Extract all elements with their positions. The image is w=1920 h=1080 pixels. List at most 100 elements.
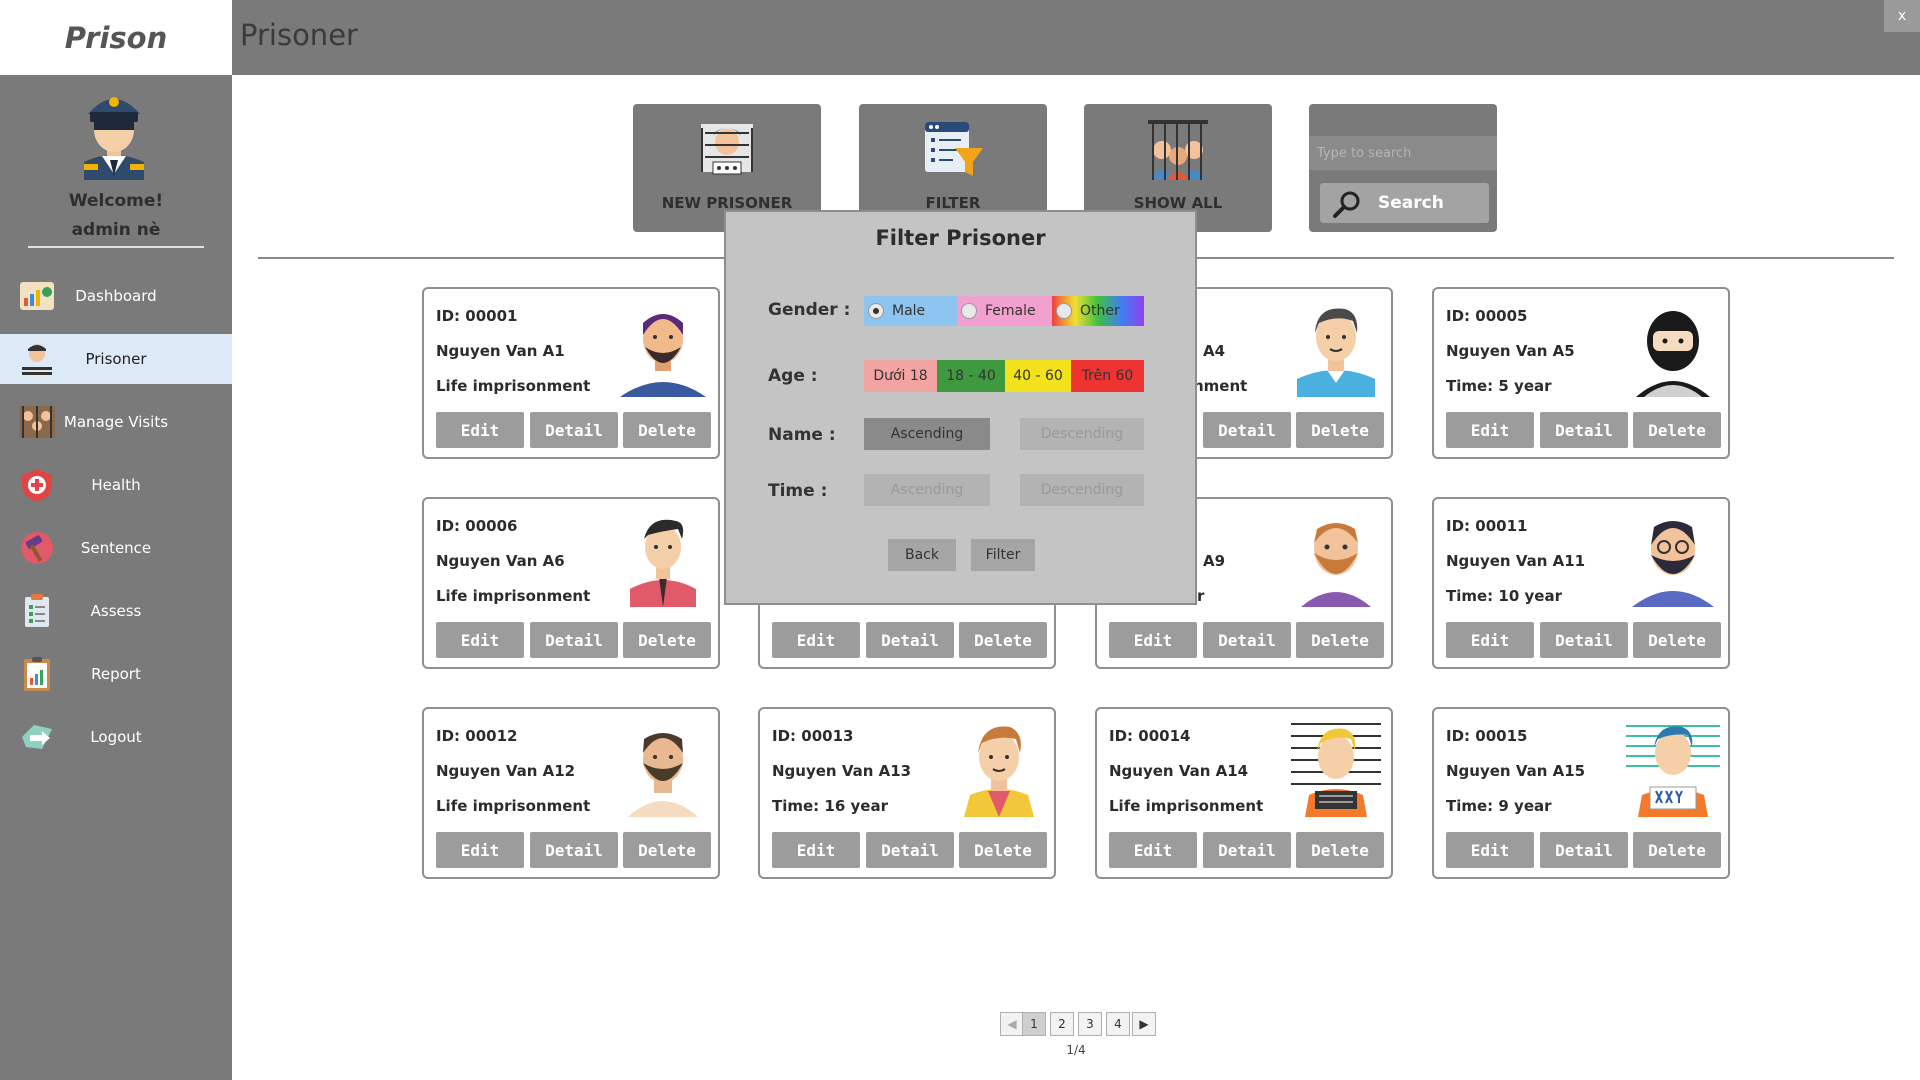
name-ascending-button[interactable]: Ascending <box>864 418 990 450</box>
delete-button[interactable]: Delete <box>1296 622 1384 658</box>
prisoner-id: ID: 00012 <box>436 727 518 745</box>
detail-button[interactable]: Detail <box>530 622 618 658</box>
prisoner-photo <box>1291 723 1381 817</box>
delete-button[interactable]: Delete <box>1633 622 1721 658</box>
radio-selected-icon <box>868 303 884 319</box>
prisoner-sentence: Life imprisonment <box>436 587 591 605</box>
sidebar-item-label: Dashboard <box>75 287 157 305</box>
delete-button[interactable]: Delete <box>623 622 711 658</box>
delete-button[interactable]: Delete <box>623 832 711 868</box>
sidebar-item-label: Manage Visits <box>63 413 169 431</box>
sidebar-item-label: Health <box>91 476 141 494</box>
prisoner-id: ID: 00005 <box>1446 307 1528 325</box>
detail-button[interactable]: Detail <box>1203 622 1291 658</box>
edit-button[interactable]: Edit <box>1109 832 1197 868</box>
prisoner-photo <box>1301 523 1371 607</box>
sidebar: Prison Welcome! admin nè Dashboard Priso… <box>0 0 232 1080</box>
delete-button[interactable]: Delete <box>1633 412 1721 448</box>
sidebar-item-label: Assess <box>90 602 142 620</box>
prisoner-photo <box>1632 521 1714 607</box>
gender-label: Gender : <box>768 300 851 320</box>
edit-button[interactable]: Edit <box>772 622 860 658</box>
detail-button[interactable]: Detail <box>1540 622 1628 658</box>
edit-button[interactable]: Edit <box>1446 622 1534 658</box>
page-4-button[interactable]: 4 <box>1106 1012 1130 1036</box>
assess-icon <box>25 594 49 627</box>
sidebar-item-label: Report <box>91 665 141 683</box>
sidebar-item-prisoner[interactable]: Prisoner <box>0 334 232 384</box>
age-option-under-18[interactable]: Dưới 18 <box>864 360 937 392</box>
gender-option-other[interactable]: Other <box>1052 296 1144 326</box>
delete-button[interactable]: Delete <box>1296 412 1384 448</box>
prisoner-sentence: Time: 9 year <box>1446 797 1552 815</box>
age-option-18-40[interactable]: 18 - 40 <box>937 360 1005 392</box>
page-status: 1/4 <box>1066 1043 1086 1057</box>
filter-dialog: Filter Prisoner Gender : Male Female Oth… <box>724 210 1197 605</box>
page-1-button[interactable]: 1 <box>1022 1012 1046 1036</box>
prisoner-sentence: Time: 10 year <box>1446 587 1562 605</box>
close-button[interactable]: x <box>1884 0 1920 32</box>
page-2-button[interactable]: 2 <box>1050 1012 1074 1036</box>
detail-button[interactable]: Detail <box>1540 412 1628 448</box>
time-ascending-button[interactable]: Ascending <box>864 474 990 506</box>
age-option-over-60[interactable]: Trên 60 <box>1071 360 1144 392</box>
search-button[interactable]: Search <box>1320 183 1489 223</box>
prev-page-button[interactable]: ◀ <box>1000 1012 1024 1036</box>
search-input[interactable] <box>1309 136 1497 170</box>
gender-option-male[interactable]: Male <box>864 296 957 326</box>
next-page-button[interactable]: ▶ <box>1132 1012 1156 1036</box>
brand-title: Prison <box>64 20 168 55</box>
edit-button[interactable]: Edit <box>772 832 860 868</box>
edit-button[interactable]: Edit <box>436 832 524 868</box>
apply-filter-button[interactable]: Filter <box>971 539 1035 571</box>
sidebar-item-sentence[interactable]: Sentence <box>0 523 232 573</box>
delete-button[interactable]: Delete <box>959 622 1047 658</box>
name-descending-button[interactable]: Descending <box>1020 418 1144 450</box>
visits-icon <box>19 406 55 438</box>
detail-button[interactable]: Detail <box>1203 832 1291 868</box>
sidebar-item-health[interactable]: Health <box>0 460 232 510</box>
detail-button[interactable]: Detail <box>530 412 618 448</box>
sidebar-item-manage-visits[interactable]: Manage Visits <box>0 397 232 447</box>
back-button[interactable]: Back <box>888 539 956 571</box>
delete-button[interactable]: Delete <box>1296 832 1384 868</box>
sidebar-item-report[interactable]: Report <box>0 649 232 699</box>
prisoner-sentence: Time: 5 year <box>1446 377 1552 395</box>
search-button-label: Search <box>1378 193 1444 213</box>
age-option-40-60[interactable]: 40 - 60 <box>1005 360 1071 392</box>
gender-option-label: Female <box>985 303 1036 319</box>
delete-button[interactable]: Delete <box>959 832 1047 868</box>
welcome-text: Welcome! admin nè <box>0 187 232 245</box>
page-3-button[interactable]: 3 <box>1078 1012 1102 1036</box>
detail-button[interactable]: Detail <box>530 832 618 868</box>
edit-button[interactable]: Edit <box>436 412 524 448</box>
prisoner-id: ID: 00001 <box>436 307 518 325</box>
prisoner-card: ID: 00013 Nguyen Van A13 Time: 16 year E… <box>758 707 1056 879</box>
filter-dialog-title: Filter Prisoner <box>875 226 1046 250</box>
edit-button[interactable]: Edit <box>1446 832 1534 868</box>
detail-button[interactable]: Detail <box>1203 412 1291 448</box>
prisoner-name: A4 <box>1203 342 1226 360</box>
detail-button[interactable]: Detail <box>1540 832 1628 868</box>
edit-button[interactable]: Edit <box>1109 622 1197 658</box>
prisoner-sentence: Time: 16 year <box>772 797 888 815</box>
detail-button[interactable]: Detail <box>866 622 954 658</box>
prisoner-name: Nguyen Van A14 <box>1109 762 1249 780</box>
edit-button[interactable]: Edit <box>1446 412 1534 448</box>
time-descending-button[interactable]: Descending <box>1020 474 1144 506</box>
delete-button[interactable]: Delete <box>623 412 711 448</box>
page-title: Prisoner <box>240 18 358 52</box>
new-prisoner-icon <box>701 124 753 175</box>
pagination: ◀ 1 2 3 4 ▶ <box>1000 1012 1156 1036</box>
gender-option-female[interactable]: Female <box>957 296 1052 326</box>
brand-header: Prison <box>0 0 232 75</box>
sidebar-item-dashboard[interactable]: Dashboard <box>0 271 232 321</box>
prisoner-name: Nguyen Van A15 <box>1446 762 1586 780</box>
sidebar-item-assess[interactable]: Assess <box>0 586 232 636</box>
delete-button[interactable]: Delete <box>1633 832 1721 868</box>
search-panel: Search <box>1309 104 1497 232</box>
detail-button[interactable]: Detail <box>866 832 954 868</box>
edit-button[interactable]: Edit <box>436 622 524 658</box>
sidebar-item-logout[interactable]: Logout <box>0 712 232 762</box>
prisoner-photo <box>1297 308 1375 397</box>
